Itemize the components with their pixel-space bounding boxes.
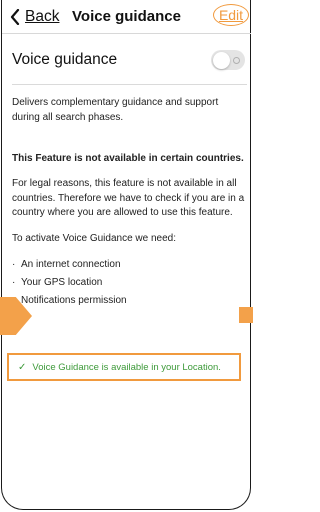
toggle-off-indicator-icon [233, 57, 240, 64]
voice-guidance-setting-row: Voice guidance [12, 46, 247, 74]
requirement-label: An internet connection [21, 259, 121, 270]
legal-explanation: For legal reasons, this feature is not a… [12, 178, 245, 218]
device-frame [1, 0, 251, 510]
toggle-knob [212, 51, 230, 69]
callout-marker-icon [239, 307, 253, 323]
phone-screen: Back Voice guidance Edit Voice guidance … [0, 0, 253, 512]
navigation-bar: Back Voice guidance Edit [0, 0, 253, 34]
location-status-banner: ✓ Voice Guidance is available in your Lo… [7, 353, 241, 381]
list-item: · An internet connection [12, 258, 247, 276]
voice-guidance-toggle[interactable] [211, 50, 245, 70]
requirement-label: Notifications permission [21, 295, 127, 306]
bullet-icon: · [12, 259, 16, 270]
availability-notice: This Feature is not available in certain… [12, 153, 244, 164]
requirement-label: Your GPS location [21, 277, 103, 288]
bullet-icon: · [12, 277, 16, 288]
edit-button[interactable]: Edit [213, 4, 249, 26]
requirements-list: · An internet connection · Your GPS loca… [12, 258, 247, 312]
edit-label: Edit [218, 7, 244, 23]
navbar-divider [2, 33, 251, 34]
setting-divider [12, 84, 247, 85]
checkmark-icon: ✓ [18, 361, 27, 373]
list-item: · Your GPS location [12, 276, 247, 294]
feature-description: Delivers complementary guidance and supp… [12, 97, 219, 123]
voice-guidance-label: Voice guidance [12, 51, 118, 68]
list-item: · Notifications permission [12, 294, 247, 312]
location-status-message: Voice Guidance is available in your Loca… [32, 361, 221, 373]
activation-intro: To activate Voice Guidance we need: [12, 233, 176, 244]
